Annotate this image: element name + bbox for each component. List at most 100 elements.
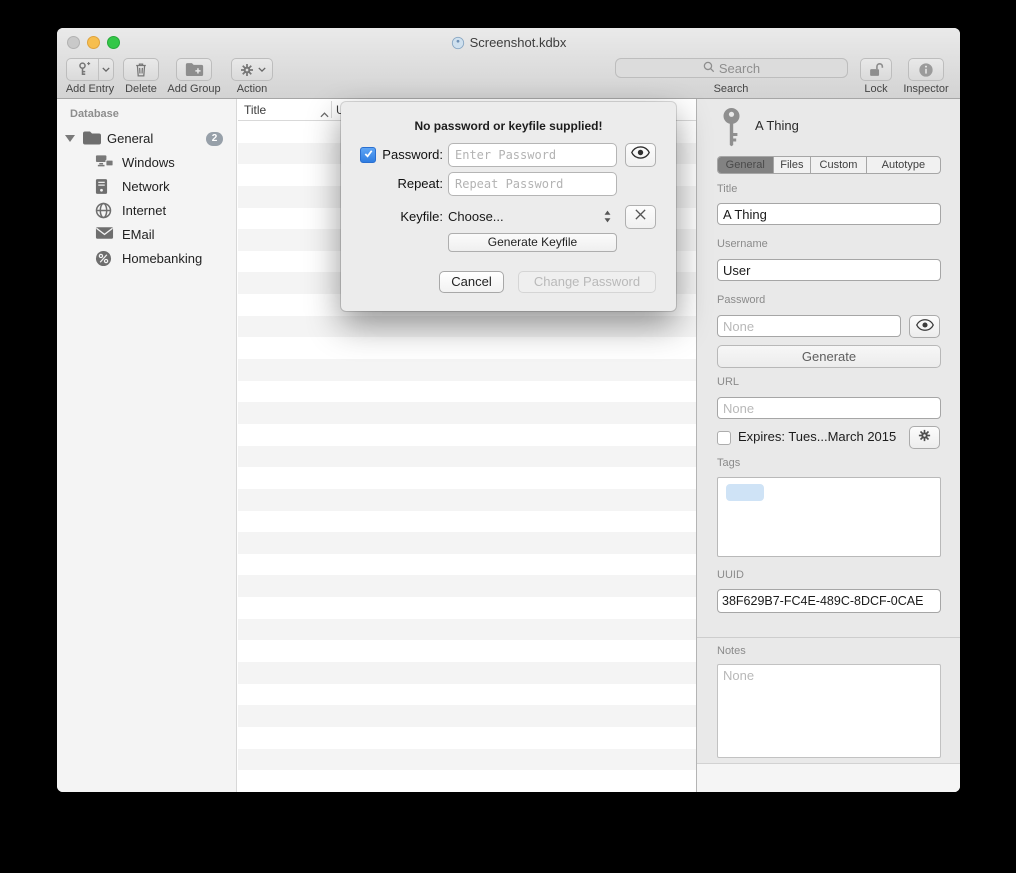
chevron-down-icon — [258, 67, 266, 72]
list-row[interactable] — [238, 770, 696, 792]
list-row[interactable] — [238, 684, 696, 706]
percent-icon — [95, 250, 112, 272]
tags-box[interactable] — [717, 477, 941, 557]
list-row[interactable] — [238, 402, 696, 424]
list-row[interactable] — [238, 337, 696, 359]
cancel-button[interactable]: Cancel — [439, 271, 504, 293]
entry-title: A Thing — [755, 118, 799, 133]
key-plus-icon — [67, 59, 99, 80]
lock-button[interactable] — [860, 58, 892, 81]
eye-icon — [631, 146, 650, 164]
add-entry-button[interactable] — [66, 58, 114, 81]
list-row[interactable] — [238, 749, 696, 771]
info-icon — [918, 62, 934, 78]
dialog-message: No password or keyfile supplied! — [341, 119, 676, 133]
inspector-panel: A Thing General Files Custom Autotype Ti… — [696, 99, 960, 792]
list-row[interactable] — [238, 359, 696, 381]
list-row[interactable] — [238, 640, 696, 662]
sort-ascending-icon — [320, 107, 329, 121]
notes-field-label: Notes — [717, 645, 746, 657]
chevron-down-icon[interactable] — [99, 59, 113, 80]
list-row[interactable] — [238, 597, 696, 619]
list-row[interactable] — [238, 705, 696, 727]
tab-files[interactable]: Files — [774, 157, 812, 173]
list-row[interactable] — [238, 316, 696, 338]
repeat-row-label: Repeat: — [377, 172, 443, 196]
change-password-dialog: No password or keyfile supplied! Passwor… — [341, 102, 676, 311]
globe-icon — [95, 202, 112, 224]
folder-plus-icon — [185, 62, 204, 78]
title-field[interactable] — [717, 203, 941, 225]
add-group-button[interactable] — [176, 58, 212, 81]
url-field-label: URL — [717, 376, 739, 388]
sidebar-item-homebanking[interactable]: Homebanking — [57, 247, 236, 271]
uuid-field-label: UUID — [717, 569, 744, 581]
gear-icon — [239, 62, 255, 78]
uuid-field[interactable] — [717, 589, 941, 613]
search-placeholder: Search — [719, 61, 760, 76]
eye-icon — [916, 318, 934, 336]
list-row[interactable] — [238, 575, 696, 597]
action-label: Action — [211, 83, 293, 95]
document-proxy-icon — [451, 36, 465, 53]
keyfile-popup[interactable]: Choose... — [448, 205, 504, 229]
search-input[interactable]: Search — [615, 58, 848, 78]
sidebar-group-general[interactable]: General 2 — [57, 128, 236, 150]
column-header-title[interactable]: Title — [244, 103, 266, 117]
column-divider[interactable] — [331, 101, 332, 118]
clear-keyfile-button[interactable] — [625, 205, 656, 229]
list-row[interactable] — [238, 381, 696, 403]
sidebar-item-windows[interactable]: Windows — [57, 151, 236, 175]
sidebar-item-label: Homebanking — [122, 251, 202, 266]
sidebar-item-email[interactable]: EMail — [57, 223, 236, 247]
list-row[interactable] — [238, 424, 696, 446]
tag-token[interactable] — [726, 484, 764, 501]
add-entry-label: Add Entry — [59, 83, 121, 95]
list-row[interactable] — [238, 467, 696, 489]
generate-keyfile-button[interactable]: Generate Keyfile — [448, 233, 617, 252]
password-row-label: Password: — [377, 143, 443, 167]
tab-custom[interactable]: Custom — [811, 157, 867, 173]
sidebar-item-label: Network — [122, 179, 170, 194]
inspector-tabs: General Files Custom Autotype — [717, 156, 941, 174]
inspector-button[interactable] — [908, 58, 944, 81]
list-row[interactable] — [238, 511, 696, 533]
list-row[interactable] — [238, 554, 696, 576]
key-icon — [719, 107, 744, 152]
popup-stepper-icon[interactable] — [603, 209, 612, 229]
username-field[interactable] — [717, 259, 941, 281]
gear-icon — [917, 428, 932, 448]
expires-checkbox[interactable] — [717, 431, 731, 445]
search-icon — [703, 61, 715, 76]
search-label: Search — [681, 83, 781, 95]
password-checkbox[interactable] — [360, 147, 376, 163]
show-password-button[interactable] — [625, 143, 656, 167]
sidebar-item-internet[interactable]: Internet — [57, 199, 236, 223]
titlebar-toolbar: Screenshot.kdbx Add Entry Delete Add Gro… — [57, 28, 960, 99]
tab-general[interactable]: General — [718, 157, 774, 173]
dialog-repeat-input[interactable] — [448, 172, 617, 196]
sidebar-item-network[interactable]: Network — [57, 175, 236, 199]
disclosure-triangle-icon[interactable] — [65, 135, 75, 142]
list-row[interactable] — [238, 727, 696, 749]
expires-settings-button[interactable] — [909, 426, 940, 449]
divider — [697, 637, 960, 638]
generate-password-button[interactable]: Generate — [717, 345, 941, 368]
url-field[interactable] — [717, 397, 941, 419]
password-field[interactable] — [717, 315, 901, 337]
password-field-label: Password — [717, 294, 765, 306]
list-row[interactable] — [238, 489, 696, 511]
delete-button[interactable] — [123, 58, 159, 81]
change-password-button[interactable]: Change Password — [518, 271, 656, 293]
show-password-button[interactable] — [909, 315, 940, 338]
list-row[interactable] — [238, 619, 696, 641]
list-row[interactable] — [238, 446, 696, 468]
tab-autotype[interactable]: Autotype — [867, 157, 940, 173]
dialog-password-input[interactable] — [448, 143, 617, 167]
list-row[interactable] — [238, 662, 696, 684]
folder-icon — [82, 130, 102, 152]
list-row[interactable] — [238, 532, 696, 554]
notes-field[interactable] — [717, 664, 941, 758]
group-count-badge: 2 — [206, 132, 223, 146]
action-button[interactable] — [231, 58, 273, 81]
